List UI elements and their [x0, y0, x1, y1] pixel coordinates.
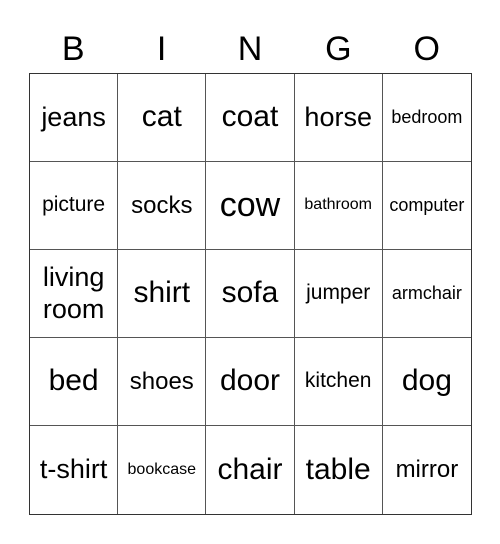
bingo-cell[interactable]: bookcase: [118, 426, 207, 514]
header-letter-o: O: [413, 30, 440, 68]
bingo-cell[interactable]: living room: [30, 250, 119, 338]
bingo-cell[interactable]: cow: [206, 162, 295, 250]
bingo-cell[interactable]: jeans: [30, 74, 119, 162]
bingo-cell[interactable]: computer: [382, 162, 471, 250]
bingo-cell[interactable]: coat: [206, 74, 295, 162]
bingo-cell[interactable]: bed: [30, 338, 119, 426]
bingo-cell[interactable]: shirt: [118, 250, 207, 338]
header-letter-i: I: [156, 30, 167, 68]
bingo-cell[interactable]: socks: [118, 162, 207, 250]
bingo-cell[interactable]: mirror: [383, 426, 471, 514]
bingo-cell[interactable]: cat: [118, 74, 207, 162]
bingo-cell[interactable]: table: [295, 426, 383, 514]
header-letter-n: N: [237, 30, 263, 68]
bingo-cell[interactable]: bathroom: [294, 162, 383, 250]
bingo-cell[interactable]: sofa: [206, 250, 295, 338]
bingo-header: B I N G O: [29, 26, 471, 72]
bingo-cell[interactable]: kitchen: [294, 338, 383, 426]
bingo-cell[interactable]: jumper: [294, 250, 383, 338]
bingo-cell[interactable]: t-shirt: [30, 426, 119, 514]
bingo-cell[interactable]: armchair: [382, 250, 471, 338]
bingo-cell[interactable]: picture: [30, 162, 119, 250]
bingo-cell[interactable]: chair: [206, 426, 295, 514]
bingo-cell[interactable]: door: [206, 338, 295, 426]
bingo-grid: jeans cat coat horse bedroom picture soc…: [29, 73, 472, 515]
header-letter-g: G: [325, 30, 352, 68]
bingo-cell[interactable]: dog: [382, 338, 471, 426]
bingo-cell[interactable]: shoes: [118, 338, 207, 426]
bingo-cell[interactable]: horse: [294, 74, 383, 162]
bingo-cell[interactable]: bedroom: [382, 74, 471, 162]
header-letter-b: B: [61, 30, 85, 68]
